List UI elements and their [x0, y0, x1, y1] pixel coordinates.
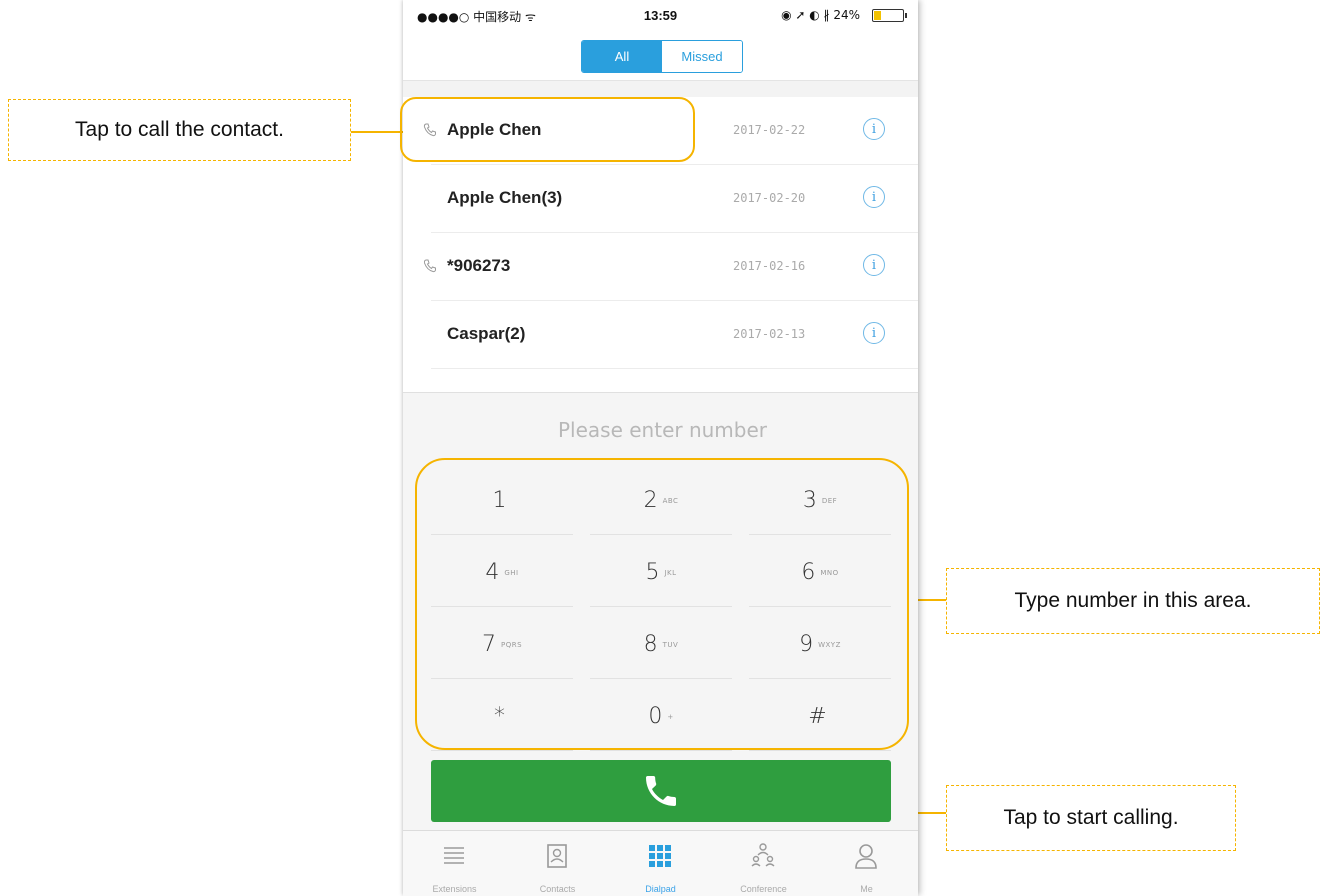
tab-label: Conference — [740, 884, 787, 894]
info-icon[interactable]: i — [863, 118, 885, 140]
phone-handset-icon — [646, 776, 676, 806]
status-indicators: ◉ ➚ ◐ ∦ 24% — [781, 8, 860, 22]
call-date: 2017-02-16 — [733, 259, 806, 273]
contact-card-icon — [547, 844, 567, 868]
bottom-tab-bar: Extensions Contacts Dialpad Conference M… — [403, 830, 918, 896]
callout-start-calling-text: Tap to start calling. — [1003, 806, 1179, 829]
segment-all[interactable]: All — [582, 41, 662, 72]
tab-label: Dialpad — [645, 884, 676, 894]
call-row[interactable]: *906273 2017-02-16 i — [403, 233, 918, 301]
contact-highlight-ring — [400, 97, 695, 162]
conference-icon — [751, 843, 775, 867]
tab-conference[interactable]: Conference — [712, 831, 815, 896]
list-header-divider — [403, 80, 918, 97]
dialpad-grid-icon — [649, 845, 671, 867]
tab-extensions[interactable]: Extensions — [403, 831, 506, 896]
tab-dialpad[interactable]: Dialpad — [609, 831, 712, 896]
call-date: 2017-02-13 — [733, 327, 806, 341]
tab-label: Contacts — [539, 884, 576, 894]
call-date: 2017-02-22 — [733, 123, 806, 137]
call-button[interactable] — [431, 760, 891, 822]
tab-contacts[interactable]: Contacts — [506, 831, 609, 896]
segment-missed[interactable]: Missed — [662, 41, 742, 72]
call-date: 2017-02-20 — [733, 191, 806, 205]
contact-name: Caspar(2) — [447, 324, 526, 343]
info-icon[interactable]: i — [863, 254, 885, 276]
row-divider — [431, 368, 918, 369]
tab-label: Me — [860, 884, 873, 894]
callout-start-calling: Tap to start calling. — [946, 785, 1236, 851]
list-icon — [444, 847, 464, 864]
callout-call-contact-text: Tap to call the contact. — [75, 118, 284, 141]
person-icon — [855, 844, 877, 869]
info-icon[interactable]: i — [863, 322, 885, 344]
callout-type-number-text: Type number in this area. — [1014, 589, 1252, 612]
outgoing-call-icon — [423, 259, 436, 273]
callout-call-contact: Tap to call the contact. — [8, 99, 351, 161]
contact-name: *906273 — [447, 256, 511, 275]
callout-connector — [351, 131, 403, 133]
keypad-highlight-ring — [415, 458, 909, 750]
tab-me[interactable]: Me — [815, 831, 918, 896]
contact-name: Apple Chen(3) — [447, 188, 563, 207]
status-bar: ●●●●○ 中国移动 ᯤ 13:59 ◉ ➚ ◐ ∦ 24% — [403, 0, 918, 30]
number-input[interactable] — [403, 393, 922, 467]
battery-icon — [872, 9, 907, 22]
call-filter-segment: All Missed — [581, 40, 743, 73]
call-row[interactable]: Caspar(2) 2017-02-13 i — [403, 301, 918, 369]
callout-type-number: Type number in this area. — [946, 568, 1320, 634]
tab-label: Extensions — [432, 884, 477, 894]
info-icon[interactable]: i — [863, 186, 885, 208]
call-row[interactable]: Apple Chen(3) 2017-02-20 i — [403, 165, 918, 233]
